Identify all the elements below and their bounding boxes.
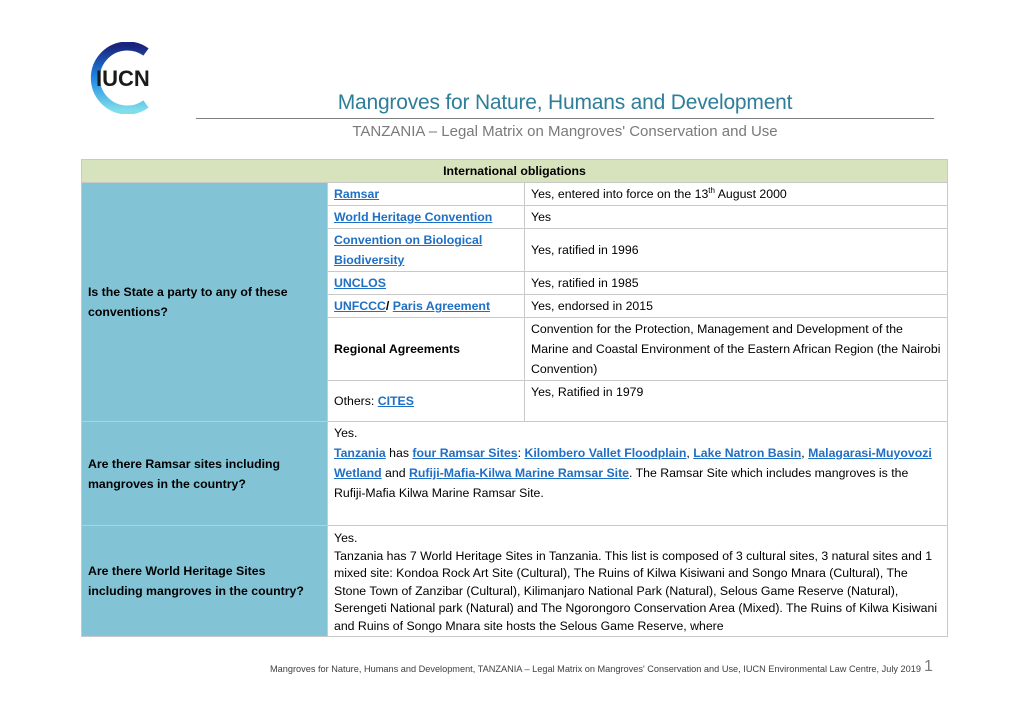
unfccc-link[interactable]: UNFCCC — [334, 299, 386, 313]
convention-label-cell: World Heritage Convention — [327, 205, 525, 229]
document-subtitle: TANZANIA – Legal Matrix on Mangroves' Co… — [352, 123, 778, 140]
answer-text: August 2000 — [714, 187, 787, 201]
answer-cell: Yes, Ratified in 1979 — [523, 380, 949, 422]
cites-link[interactable]: CITES — [378, 394, 414, 408]
convention-label-cell: UNCLOS — [327, 271, 525, 295]
page-footer: Mangroves for Nature, Humans and Develop… — [270, 664, 921, 674]
superscript: th — [708, 185, 715, 195]
table-row: Are there World Heritage Sites including… — [81, 525, 949, 637]
tanzania-link[interactable]: Tanzania — [334, 446, 386, 460]
unclos-link[interactable]: UNCLOS — [334, 276, 386, 290]
legal-matrix-table: International obligations Is the State a… — [80, 159, 949, 637]
convention-label-cell: UNFCCC/ Paris Agreement — [327, 294, 525, 318]
convention-label-cell: Ramsar — [327, 182, 525, 206]
page-number: 1 — [924, 658, 933, 675]
convention-label-cell: Others: CITES — [327, 380, 525, 422]
question-cell: Is the State a party to any of these con… — [81, 182, 328, 422]
ramsar-link[interactable]: Ramsar — [334, 187, 379, 201]
world-heritage-convention-link[interactable]: World Heritage Convention — [334, 210, 492, 224]
answer-cell: Yes, endorsed in 2015 — [523, 294, 949, 318]
kilombero-link[interactable]: Kilombero Vallet Floodplain — [524, 446, 686, 460]
paris-agreement-link[interactable]: Paris Agreement — [393, 299, 490, 313]
answer-paragraph: Tanzania has four Ramsar Sites: Kilomber… — [334, 443, 941, 503]
answer-cell: Yes — [523, 205, 949, 229]
answer-cell: Yes, entered into force on the 13th Augu… — [523, 182, 949, 206]
label-text: Others: — [334, 394, 378, 408]
answer-cell: Convention for the Protection, Managemen… — [523, 317, 949, 381]
rufiji-link[interactable]: Rufiji-Mafia-Kilwa Marine Ramsar Site — [409, 466, 629, 480]
convention-label-cell: Convention on Biological Biodiversity — [327, 228, 525, 272]
answer-cell: Yes, ratified in 1985 — [523, 271, 949, 295]
title-divider — [196, 118, 934, 119]
four-ramsar-sites-link[interactable]: four Ramsar Sites — [412, 446, 517, 460]
cbd-link[interactable]: Convention on Biological Biodiversity — [334, 233, 482, 267]
answer-text: Yes, entered into force on the 13 — [531, 187, 709, 201]
text: and — [381, 466, 409, 480]
answer-yes: Yes. — [334, 531, 358, 545]
answer-cell: Yes. Tanzania has 7 World Heritage Sites… — [326, 525, 949, 637]
answer-paragraph: Tanzania has 7 World Heritage Sites in T… — [334, 548, 938, 633]
convention-label-cell: Regional Agreements — [327, 317, 525, 381]
document-title: Mangroves for Nature, Humans and Develop… — [337, 91, 793, 114]
answer-yes: Yes. — [334, 426, 358, 440]
answer-cell: Yes. Tanzania has four Ramsar Sites: Kil… — [326, 421, 949, 526]
table-row: Are there Ramsar sites including mangrov… — [81, 421, 949, 526]
section-header-row: International obligations — [80, 159, 949, 183]
table-row: Is the State a party to any of these con… — [81, 182, 949, 422]
answer-cell: Yes, ratified in 1996 — [523, 228, 949, 272]
question-cell: Are there Ramsar sites including mangrov… — [81, 421, 328, 526]
svg-text:IUCN: IUCN — [96, 66, 150, 91]
section-header: International obligations — [80, 159, 949, 183]
iucn-logo: IUCN — [86, 42, 162, 114]
question-cell: Are there World Heritage Sites including… — [81, 525, 328, 637]
separator: / — [385, 299, 393, 313]
text: has — [385, 446, 413, 460]
lake-natron-link[interactable]: Lake Natron Basin — [693, 446, 801, 460]
